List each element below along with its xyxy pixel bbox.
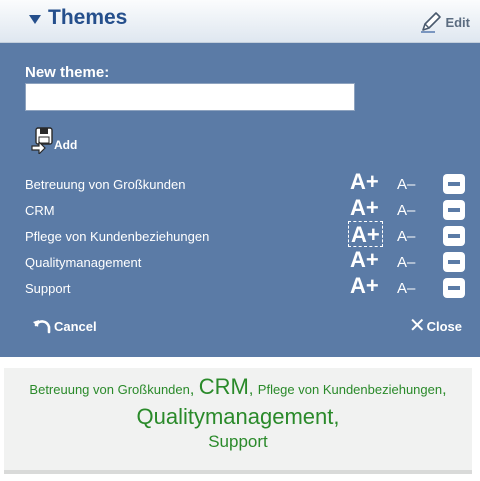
theme-name: Support [25, 281, 71, 296]
remove-theme-button[interactable] [443, 252, 465, 272]
cloud-separator: , [442, 381, 447, 398]
pencil-icon [421, 12, 442, 33]
x-icon: ✕ [408, 315, 426, 337]
close-label: Close [426, 318, 462, 334]
cloud-separator: , [189, 381, 195, 398]
theme-row: Qualitymanagement A+ A– [0, 247, 480, 277]
save-add-icon [31, 127, 53, 154]
cancel-label: Cancel [54, 318, 97, 334]
remove-theme-button[interactable] [443, 278, 465, 298]
increase-size-button[interactable]: A+ [348, 195, 381, 221]
theme-name: Pflege von Kundenbeziehungen [25, 229, 210, 244]
remove-theme-button[interactable] [443, 200, 465, 220]
decrease-size-button[interactable]: A– [397, 251, 415, 275]
decrease-size-button[interactable]: A– [397, 277, 415, 301]
add-label: Add [54, 138, 78, 152]
theme-row: Support A+ A– [0, 273, 480, 303]
increase-size-button[interactable]: A+ [348, 273, 381, 299]
add-theme-button[interactable]: Add [30, 122, 77, 154]
close-button[interactable]: ✕ Close [409, 314, 462, 338]
theme-name: Betreuung von Großkunden [25, 177, 186, 192]
theme-name: Qualitymanagement [25, 255, 142, 270]
cloud-word[interactable]: Betreuung von Großkunden [29, 382, 189, 397]
edit-button[interactable]: Edit [419, 8, 470, 36]
cloud-word[interactable]: Pflege von Kundenbeziehungen [258, 382, 442, 397]
theme-row: CRM A+ A– [0, 195, 480, 225]
increase-size-button[interactable]: A+ [348, 169, 381, 195]
theme-list: Betreuung von Großkunden A+ A– CRM A+ A–… [0, 169, 480, 303]
new-theme-label: New theme: [25, 64, 110, 81]
decrease-size-button[interactable]: A– [397, 199, 415, 223]
theme-row: Pflege von Kundenbeziehungen A+ A– [0, 221, 480, 251]
remove-theme-button[interactable] [443, 226, 465, 246]
cloud-separator: , [248, 381, 254, 398]
theme-row: Betreuung von Großkunden A+ A– [0, 169, 480, 199]
cloud-word[interactable]: Support [208, 432, 268, 451]
cloud-word[interactable]: Qualitymanagement [136, 404, 333, 429]
new-theme-input[interactable] [25, 83, 355, 111]
increase-size-button[interactable]: A+ [348, 247, 381, 273]
decrease-size-button[interactable]: A– [397, 173, 415, 197]
remove-theme-button[interactable] [443, 174, 465, 194]
themes-title: Themes [48, 6, 128, 29]
themes-header: Themes Edit [0, 0, 480, 43]
edit-themes-panel: New theme: Add Betreuung von Großkunden … [0, 43, 480, 357]
increase-size-button[interactable]: A+ [348, 221, 383, 247]
decrease-size-button[interactable]: A– [397, 225, 415, 249]
cloud-word[interactable]: CRM [199, 374, 249, 399]
theme-cloud: Betreuung von Großkunden, CRM, Pflege vo… [4, 368, 472, 474]
theme-name: CRM [25, 203, 55, 218]
cancel-button[interactable]: Cancel [32, 314, 97, 338]
edit-label: Edit [445, 14, 470, 30]
undo-arrow-icon [33, 320, 51, 334]
cloud-separator: , [333, 403, 340, 429]
collapse-arrow-icon[interactable] [29, 15, 41, 24]
